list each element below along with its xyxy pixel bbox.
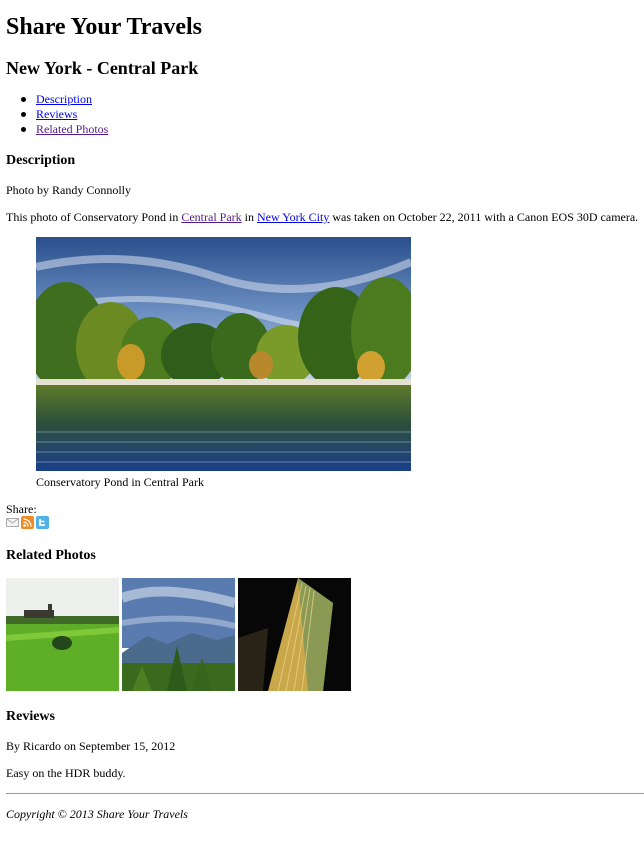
share-label: Share: — [6, 502, 37, 516]
site-title: Share Your Travels — [6, 14, 203, 40]
nav-link-related-photos[interactable]: Related Photos — [36, 122, 108, 136]
rss-icon[interactable] — [21, 516, 34, 529]
share-icons — [6, 516, 49, 529]
email-icon[interactable] — [6, 516, 19, 529]
nav-link-reviews[interactable]: Reviews — [36, 107, 77, 121]
reviews-heading: Reviews — [6, 709, 55, 724]
description-heading: Description — [6, 153, 76, 168]
review-byline: By Ricardo on September 15, 2012 — [6, 739, 176, 753]
related-photo-skyscraper[interactable] — [238, 578, 351, 691]
related-photo-field[interactable] — [6, 578, 119, 691]
nav-link-description[interactable]: Description — [36, 92, 92, 106]
footer-copyright: Copyright © 2013 Share Your Travels — [6, 807, 188, 821]
related-photos-heading: Related Photos — [6, 548, 96, 563]
photo-byline: Photo by Randy Connolly — [6, 183, 132, 197]
nav-item-related: Related Photos — [18, 122, 108, 137]
section-nav: Description Reviews Related Photos — [18, 92, 108, 137]
twitter-icon[interactable] — [36, 516, 49, 529]
review-text: Easy on the HDR buddy. — [6, 766, 126, 780]
nav-item-reviews: Reviews — [18, 107, 108, 122]
main-photo — [36, 237, 411, 471]
photo-caption: Conservatory Pond in Central Park — [36, 475, 204, 489]
new-york-city-link[interactable]: New York City — [257, 210, 329, 224]
nav-item-description: Description — [18, 92, 108, 107]
footer-divider — [6, 793, 644, 794]
related-photo-mountains[interactable] — [122, 578, 235, 691]
photo-title: New York - Central Park — [6, 58, 199, 78]
central-park-link[interactable]: Central Park — [181, 210, 241, 224]
photo-description: This photo of Conservatory Pond in Centr… — [6, 210, 639, 224]
related-photos — [6, 578, 351, 691]
